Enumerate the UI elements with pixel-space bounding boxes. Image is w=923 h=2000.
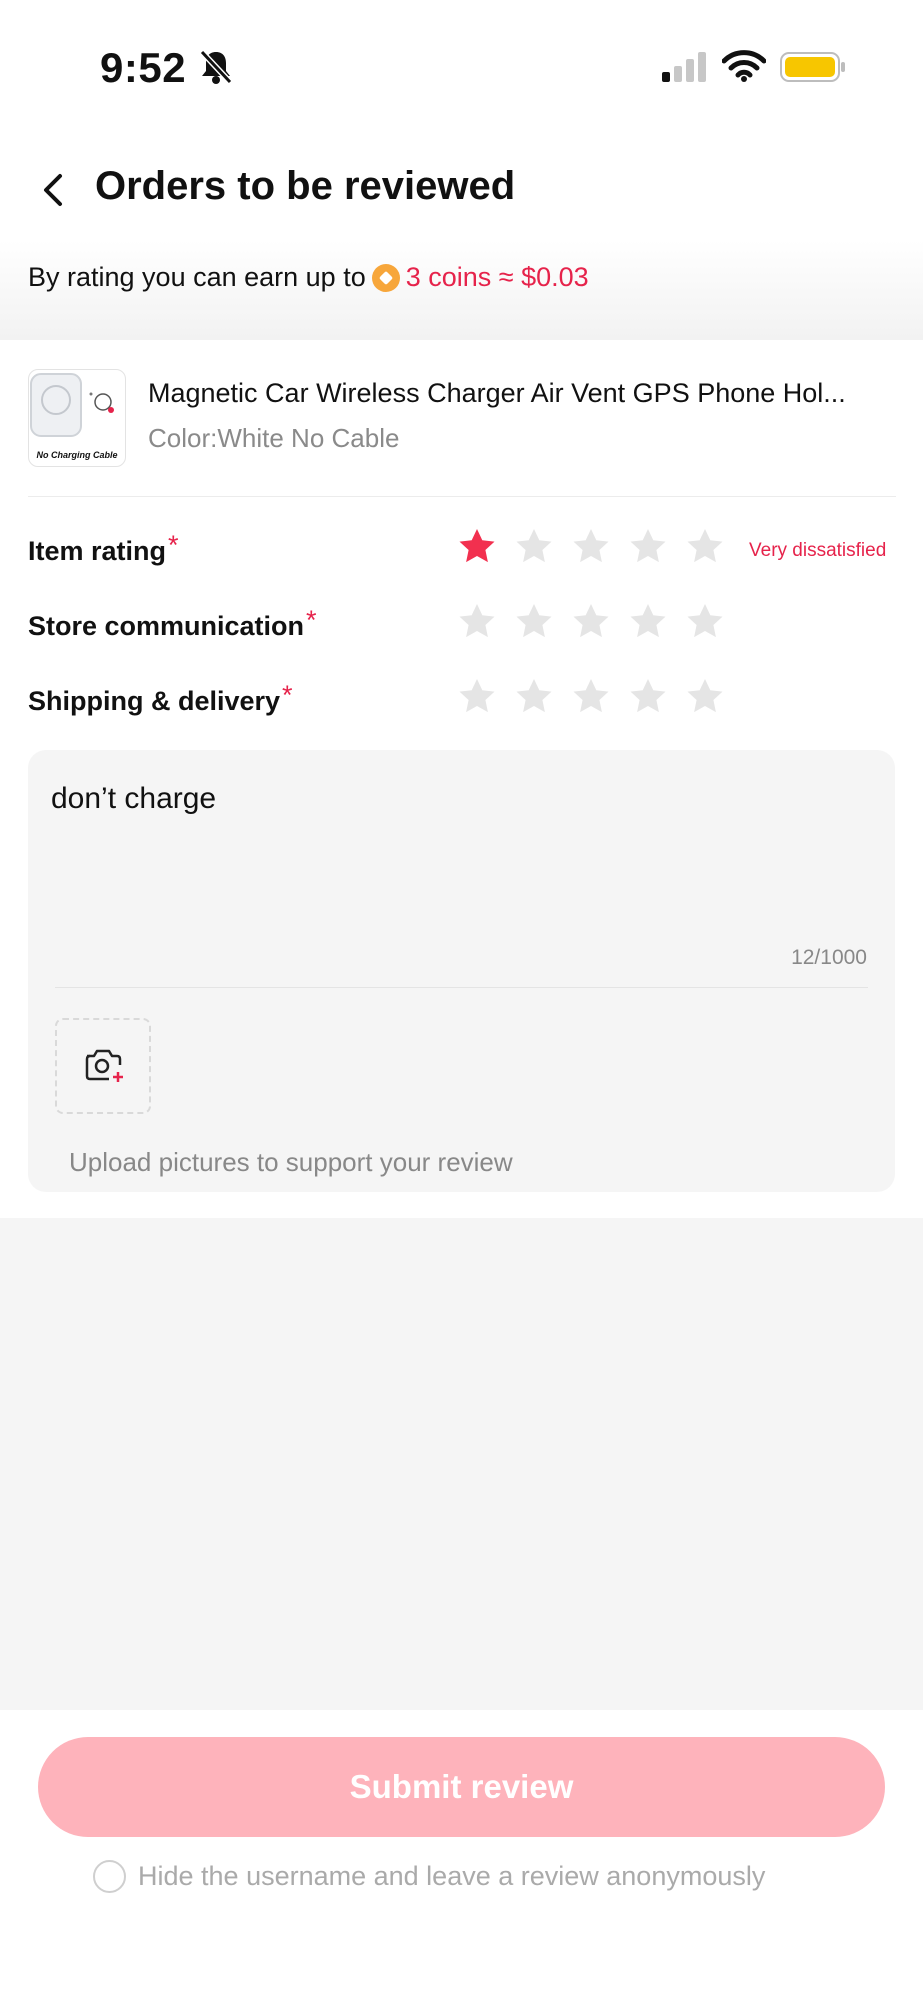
divider — [28, 496, 896, 497]
rating-description: Very dissatisfied — [749, 540, 887, 561]
star-icon[interactable] — [570, 676, 612, 718]
rating-row-item: Item rating* Very dissatisfied — [28, 526, 898, 576]
star-icon[interactable] — [456, 601, 498, 643]
rating-label-text: Item rating — [28, 536, 167, 566]
divider — [55, 987, 868, 988]
star-icon[interactable] — [456, 676, 498, 718]
rating-label: Shipping & delivery* — [28, 680, 293, 717]
star-icon[interactable] — [684, 526, 726, 568]
review-card: No Charging Cable Magnetic Car Wireless … — [0, 340, 923, 1218]
required-mark: * — [282, 680, 293, 710]
star-icon[interactable] — [513, 601, 555, 643]
reward-banner: By rating you can earn up to 3 coins ≈ $… — [0, 240, 923, 340]
upload-hint: Upload pictures to support your review — [69, 1147, 513, 1177]
star-icon[interactable] — [684, 601, 726, 643]
rating-label-text: Shipping & delivery — [28, 686, 281, 716]
star-rating — [456, 676, 726, 718]
bell-muted-icon — [199, 49, 233, 85]
star-icon[interactable] — [627, 601, 669, 643]
star-icon[interactable] — [627, 676, 669, 718]
required-mark: * — [168, 530, 179, 560]
back-arrow-icon[interactable] — [36, 172, 72, 208]
rating-row-store: Store communication* — [28, 601, 898, 651]
rating-row-shipping: Shipping & delivery* — [28, 676, 898, 726]
reward-prefix: By rating you can earn up to — [28, 262, 366, 292]
signal-icon — [662, 52, 706, 82]
required-mark: * — [306, 605, 317, 635]
review-textarea[interactable]: don’t charge 12/1000 Upload pictures to … — [28, 750, 895, 1192]
star-icon[interactable] — [570, 526, 612, 568]
star-rating — [456, 601, 726, 643]
star-icon[interactable] — [684, 676, 726, 718]
star-icon[interactable] — [513, 676, 555, 718]
status-bar: 9:52 — [0, 0, 923, 130]
product-title: Magnetic Car Wireless Charger Air Vent G… — [148, 378, 846, 408]
product-thumbnail: No Charging Cable — [28, 369, 126, 467]
anonymous-radio[interactable] — [93, 1860, 126, 1893]
battery-icon — [780, 52, 845, 82]
star-icon[interactable] — [570, 601, 612, 643]
star-icon[interactable] — [456, 526, 498, 568]
rating-label: Item rating* — [28, 530, 179, 567]
character-counter: 12/1000 — [791, 946, 867, 969]
review-text[interactable]: don’t charge — [51, 782, 216, 816]
anonymous-label: Hide the username and leave a review ano… — [138, 1861, 766, 1891]
status-time: 9:52 — [100, 44, 187, 91]
star-icon[interactable] — [627, 526, 669, 568]
product-variant: Color:White No Cable — [148, 423, 400, 453]
bottom-action-panel: Submit review Hide the username and leav… — [0, 1710, 923, 2000]
page-title: Orders to be reviewed — [95, 164, 516, 208]
star-icon[interactable] — [513, 526, 555, 568]
reward-amount: 3 coins ≈ $0.03 — [405, 262, 589, 292]
thumbnail-caption: No Charging Cable — [36, 450, 117, 460]
anonymous-option[interactable]: Hide the username and leave a review ano… — [93, 1860, 765, 1893]
rating-label: Store communication* — [28, 605, 317, 642]
page-header: Orders to be reviewed — [0, 130, 923, 240]
coin-icon — [371, 263, 400, 292]
wifi-icon — [722, 50, 766, 82]
submit-review-button[interactable]: Submit review — [38, 1737, 885, 1837]
camera-add-icon — [85, 1049, 123, 1082]
rating-label-text: Store communication — [28, 611, 305, 641]
star-rating — [456, 526, 726, 568]
upload-photo-button[interactable] — [55, 1018, 151, 1114]
